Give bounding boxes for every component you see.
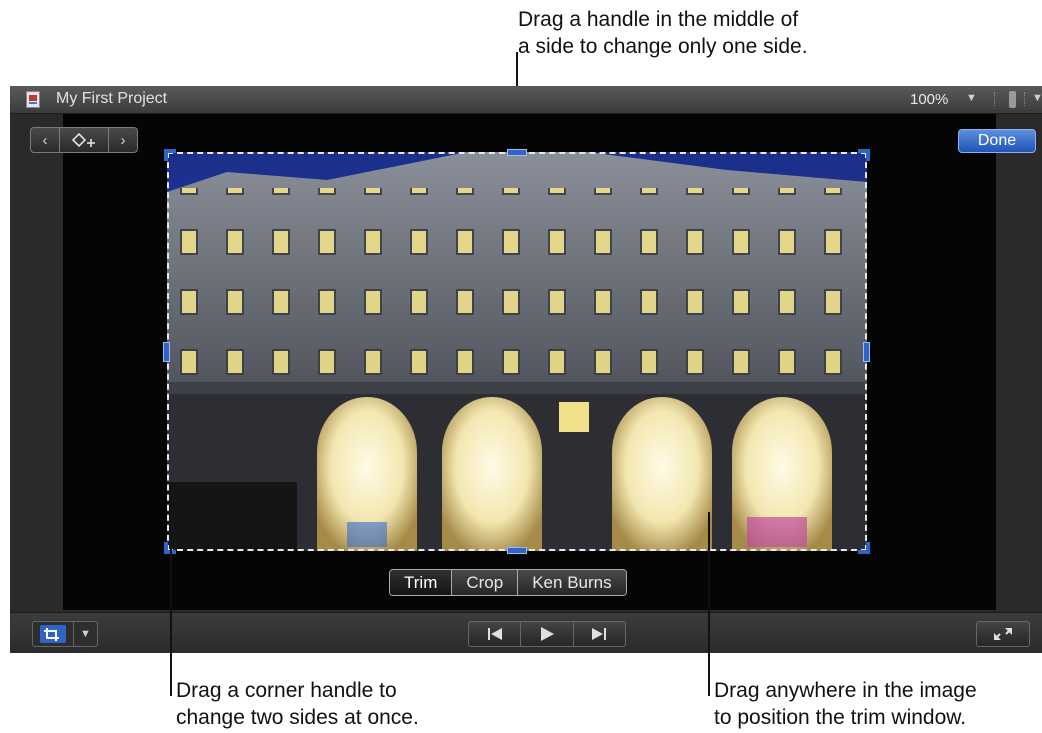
separator	[1024, 92, 1027, 106]
leader-line-bottom-right	[708, 512, 710, 696]
callout-bottom-left-line-1: Drag a corner handle to	[176, 679, 397, 702]
skip-forward-button[interactable]	[572, 622, 625, 646]
crop-mode-selector: Trim Crop Ken Burns	[389, 569, 627, 596]
callout-bottom-left: Drag a corner handle to change two sides…	[176, 677, 419, 731]
trim-window[interactable]	[167, 152, 867, 551]
document-icon	[26, 91, 40, 108]
done-button[interactable]: Done	[958, 129, 1036, 153]
callout-top: Drag a handle in the middle of a side to…	[518, 6, 808, 60]
mode-crop-button[interactable]: Crop	[451, 570, 518, 595]
play-button[interactable]	[520, 622, 572, 646]
fullscreen-button[interactable]	[976, 621, 1030, 647]
leader-line-bottom-left	[170, 548, 172, 696]
crop-tool-button[interactable]: ▼	[32, 621, 98, 647]
view-options-icon[interactable]	[1009, 91, 1016, 108]
viewer-window: My First Project 100% ▼ ▼ ‹ › Done Trim …	[10, 86, 1042, 653]
callout-top-line-1: Drag a handle in the middle of	[518, 8, 799, 31]
keyframe-add-icon	[71, 132, 95, 148]
skip-forward-icon	[592, 628, 607, 640]
callout-bottom-left-line-2: change two sides at once.	[176, 706, 419, 729]
handle-side-top[interactable]	[507, 149, 527, 156]
fullscreen-icon	[994, 628, 1012, 640]
skip-back-button[interactable]	[469, 622, 520, 646]
separator	[994, 92, 997, 106]
handle-side-right[interactable]	[863, 342, 870, 362]
zoom-level[interactable]: 100%	[910, 91, 948, 108]
previous-keyframe-button[interactable]: ‹	[31, 128, 59, 152]
callout-top-line-2: a side to change only one side.	[518, 35, 808, 58]
callout-bottom-right-line-2: to position the trim window.	[714, 706, 967, 729]
handle-corner-top-left[interactable]	[164, 149, 176, 161]
project-title: My First Project	[56, 90, 168, 107]
handle-side-bottom[interactable]	[507, 547, 527, 554]
handle-side-left[interactable]	[163, 342, 170, 362]
callout-bottom-right: Drag anywhere in the image to position t…	[714, 677, 977, 731]
crop-tool-dropdown-icon[interactable]: ▼	[73, 622, 97, 646]
keyframe-nav: ‹ ›	[30, 127, 138, 153]
crop-tool-icon-box[interactable]	[33, 622, 73, 646]
crop-icon	[40, 625, 66, 643]
skip-back-icon	[487, 628, 502, 640]
view-dropdown-icon[interactable]: ▼	[1032, 92, 1042, 104]
handle-corner-top-right[interactable]	[858, 149, 870, 161]
viewer-toolbar: ▼	[10, 612, 1042, 653]
callout-bottom-right-line-1: Drag anywhere in the image	[714, 679, 977, 702]
transport-controls	[468, 621, 626, 647]
add-keyframe-button[interactable]	[59, 128, 108, 152]
play-icon	[540, 627, 554, 641]
viewer-title-bar: My First Project 100% ▼ ▼	[10, 86, 1042, 114]
mode-ken-burns-button[interactable]: Ken Burns	[517, 570, 626, 595]
handle-corner-bottom-right[interactable]	[858, 542, 870, 554]
next-keyframe-button[interactable]: ›	[108, 128, 137, 152]
zoom-dropdown-icon[interactable]: ▼	[966, 92, 977, 104]
mode-trim-button[interactable]: Trim	[390, 570, 452, 595]
